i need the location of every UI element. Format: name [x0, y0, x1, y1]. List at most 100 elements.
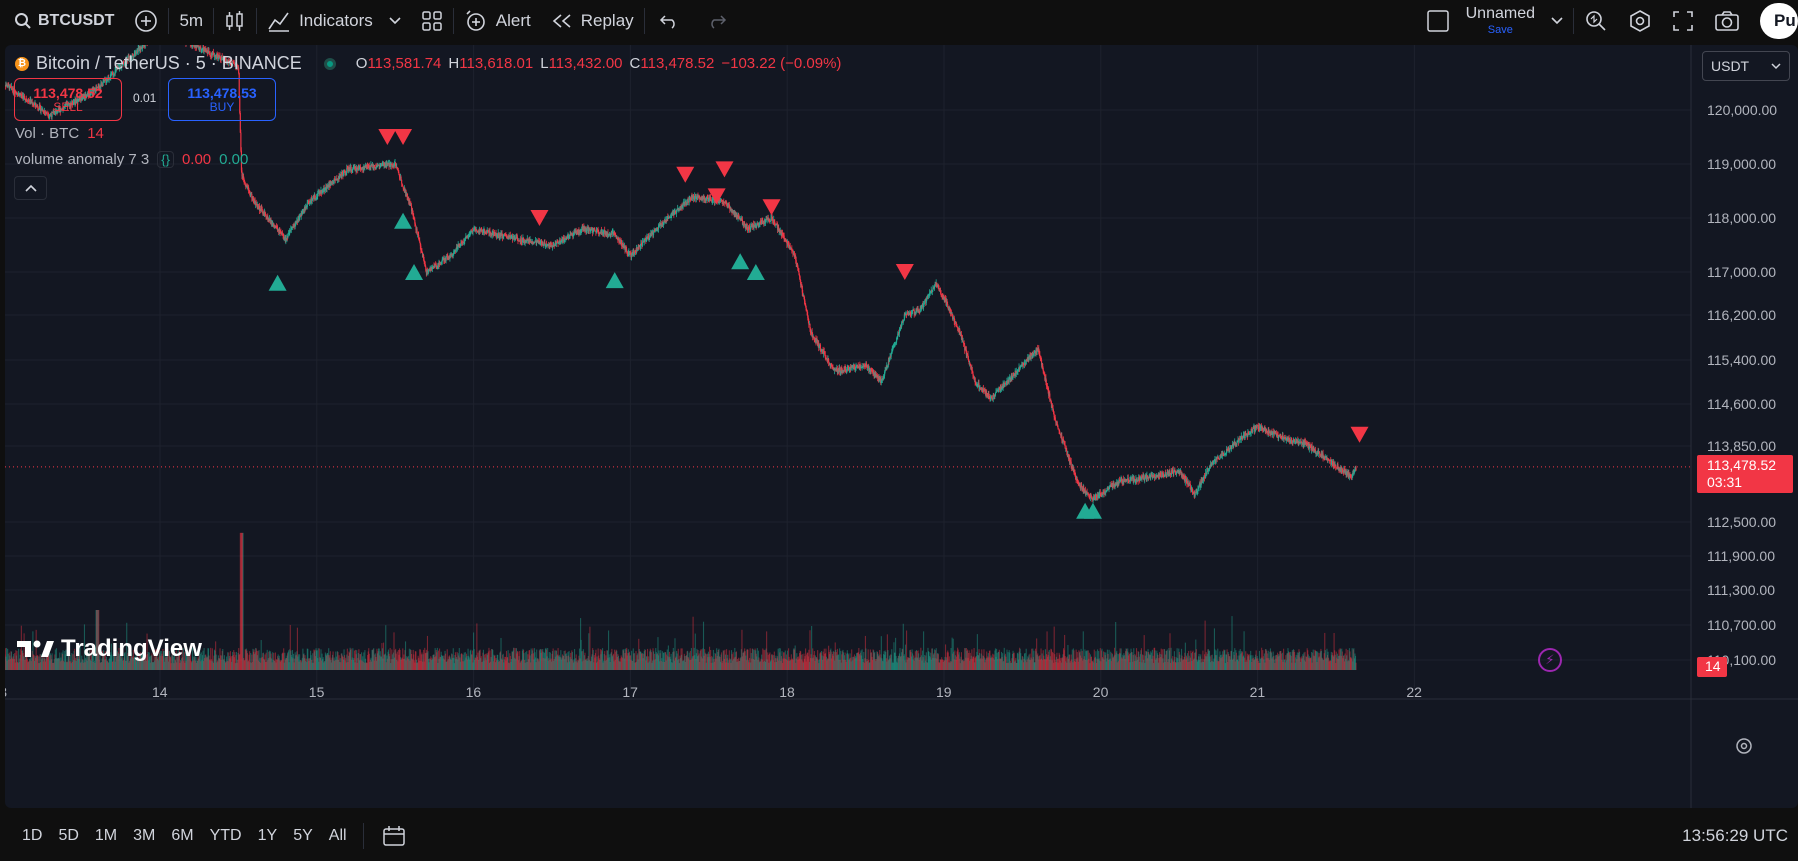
candle-body	[1215, 459, 1217, 463]
chevron-down-icon	[389, 17, 401, 25]
alert-button[interactable]: Alert	[454, 0, 541, 42]
replay-button[interactable]: Replay	[541, 0, 644, 42]
quick-search-button[interactable]	[1574, 0, 1618, 42]
candle-body	[1087, 492, 1089, 495]
candle-body	[1004, 382, 1006, 384]
candle-body	[594, 228, 596, 231]
time-tick-label: 15	[309, 684, 325, 700]
layout-name[interactable]: Unnamed Save	[1460, 6, 1541, 36]
candle-body	[1054, 417, 1056, 421]
candle-body	[1194, 493, 1196, 496]
quick-search-icon	[1586, 11, 1606, 31]
price-tick-label: 114,600.00	[1707, 396, 1776, 412]
time-tick-label: 20	[1093, 684, 1109, 700]
candle-body	[947, 304, 949, 308]
indicators-button[interactable]: Indicators	[257, 0, 411, 42]
time-tick-label: 22	[1406, 684, 1422, 700]
time-tick-label: 3	[5, 684, 7, 700]
candle-body	[791, 248, 793, 251]
chart-area[interactable]: 120,000.00 119,000.00 118,000.00 117,000.00…	[5, 45, 1798, 808]
candle-body	[1148, 477, 1150, 479]
price-tick-label: 111,900.00	[1707, 548, 1775, 564]
square-icon	[1426, 10, 1449, 32]
candle-body	[1187, 480, 1189, 484]
candle-body	[1185, 478, 1188, 483]
candle-body	[1045, 383, 1048, 386]
alarm-clock-icon	[466, 10, 485, 31]
alert-label: Alert	[495, 11, 531, 30]
time-tick-label: 16	[466, 684, 482, 700]
price-tick-label: 120,000.00	[1707, 102, 1777, 118]
candle-body	[1066, 450, 1068, 453]
candle-body	[1070, 461, 1072, 467]
symbol-search[interactable]: BTCUSDT	[0, 0, 124, 42]
settings-button[interactable]	[1618, 0, 1662, 42]
layout-checkbox[interactable]	[1416, 0, 1460, 42]
symbol-label: BTCUSDT	[38, 12, 115, 29]
candle-body	[1126, 479, 1128, 482]
candle-body	[400, 177, 402, 180]
search-icon	[15, 13, 31, 29]
candles-icon	[226, 11, 243, 31]
candle-body	[512, 236, 514, 240]
candle-body	[687, 199, 689, 202]
candle-body	[423, 259, 425, 261]
templates-button[interactable]	[411, 0, 453, 42]
candle-body	[1049, 393, 1051, 401]
undo-button[interactable]	[645, 0, 693, 42]
candle-body	[472, 230, 474, 232]
price-tick-label: 119,000.00	[1707, 156, 1776, 172]
candle-body	[1109, 486, 1111, 488]
redo-button[interactable]	[693, 0, 741, 42]
price-chart[interactable]: 120,000.00 119,000.00 118,000.00 117,000.00…	[5, 45, 1798, 808]
save-label[interactable]: Save	[1488, 25, 1513, 36]
publish-button[interactable]: Pu	[1760, 3, 1798, 39]
chevron-down-icon	[1551, 17, 1563, 25]
candle-body	[1141, 477, 1143, 480]
candle-body	[352, 167, 354, 170]
price-tick-label: 115,400.00	[1707, 352, 1776, 368]
time-tick-label: 21	[1250, 684, 1266, 700]
undo-icon	[659, 15, 675, 29]
compare-button[interactable]	[124, 0, 168, 42]
gear-icon	[1630, 10, 1650, 32]
time-tick-label: 19	[936, 684, 952, 700]
price-tick-label: 110,700.00	[1707, 617, 1776, 633]
layout-name-label: Unnamed	[1465, 5, 1535, 22]
price-tick-label: 113,850.00	[1707, 438, 1776, 454]
candle-body	[1105, 491, 1107, 493]
candle-body	[1059, 433, 1061, 435]
price-tick-label: 118,000.00	[1707, 210, 1776, 226]
candle-body	[819, 344, 821, 351]
candle-body	[805, 303, 807, 306]
fullscreen-icon	[1673, 11, 1693, 31]
price-tick-label: 116,200.00	[1707, 307, 1776, 323]
candle-body	[419, 240, 421, 243]
candle-body	[903, 320, 905, 322]
toolbar-right: Unnamed Save Pu	[1416, 0, 1798, 42]
price-tick-label: 111,300.00	[1707, 582, 1775, 598]
layout-menu-button[interactable]	[1541, 0, 1573, 42]
candle-body	[1019, 367, 1021, 370]
time-tick-label: 14	[152, 684, 168, 700]
candle-body	[1064, 444, 1066, 449]
chart-type-button[interactable]	[214, 0, 256, 42]
candle-body	[401, 179, 403, 184]
interval-button[interactable]: 5m	[169, 0, 213, 42]
candle-body	[938, 285, 940, 289]
candle-body	[1176, 472, 1178, 474]
price-tick-label: 117,000.00	[1707, 264, 1776, 280]
candle-body	[1278, 435, 1280, 439]
time-tick-label: 18	[779, 684, 795, 700]
candle-body	[927, 295, 930, 297]
snapshot-button[interactable]	[1704, 0, 1750, 42]
candle-body	[924, 301, 926, 305]
top-toolbar: BTCUSDT 5m Indicators Alert Replay Unnam…	[0, 0, 1798, 42]
candle-body	[726, 202, 728, 204]
replay-label: Replay	[580, 11, 634, 30]
grid-icon	[422, 11, 442, 31]
candle-body	[1160, 472, 1162, 476]
fullscreen-button[interactable]	[1662, 0, 1704, 42]
candle-body	[586, 228, 588, 232]
candle-body	[626, 249, 628, 253]
